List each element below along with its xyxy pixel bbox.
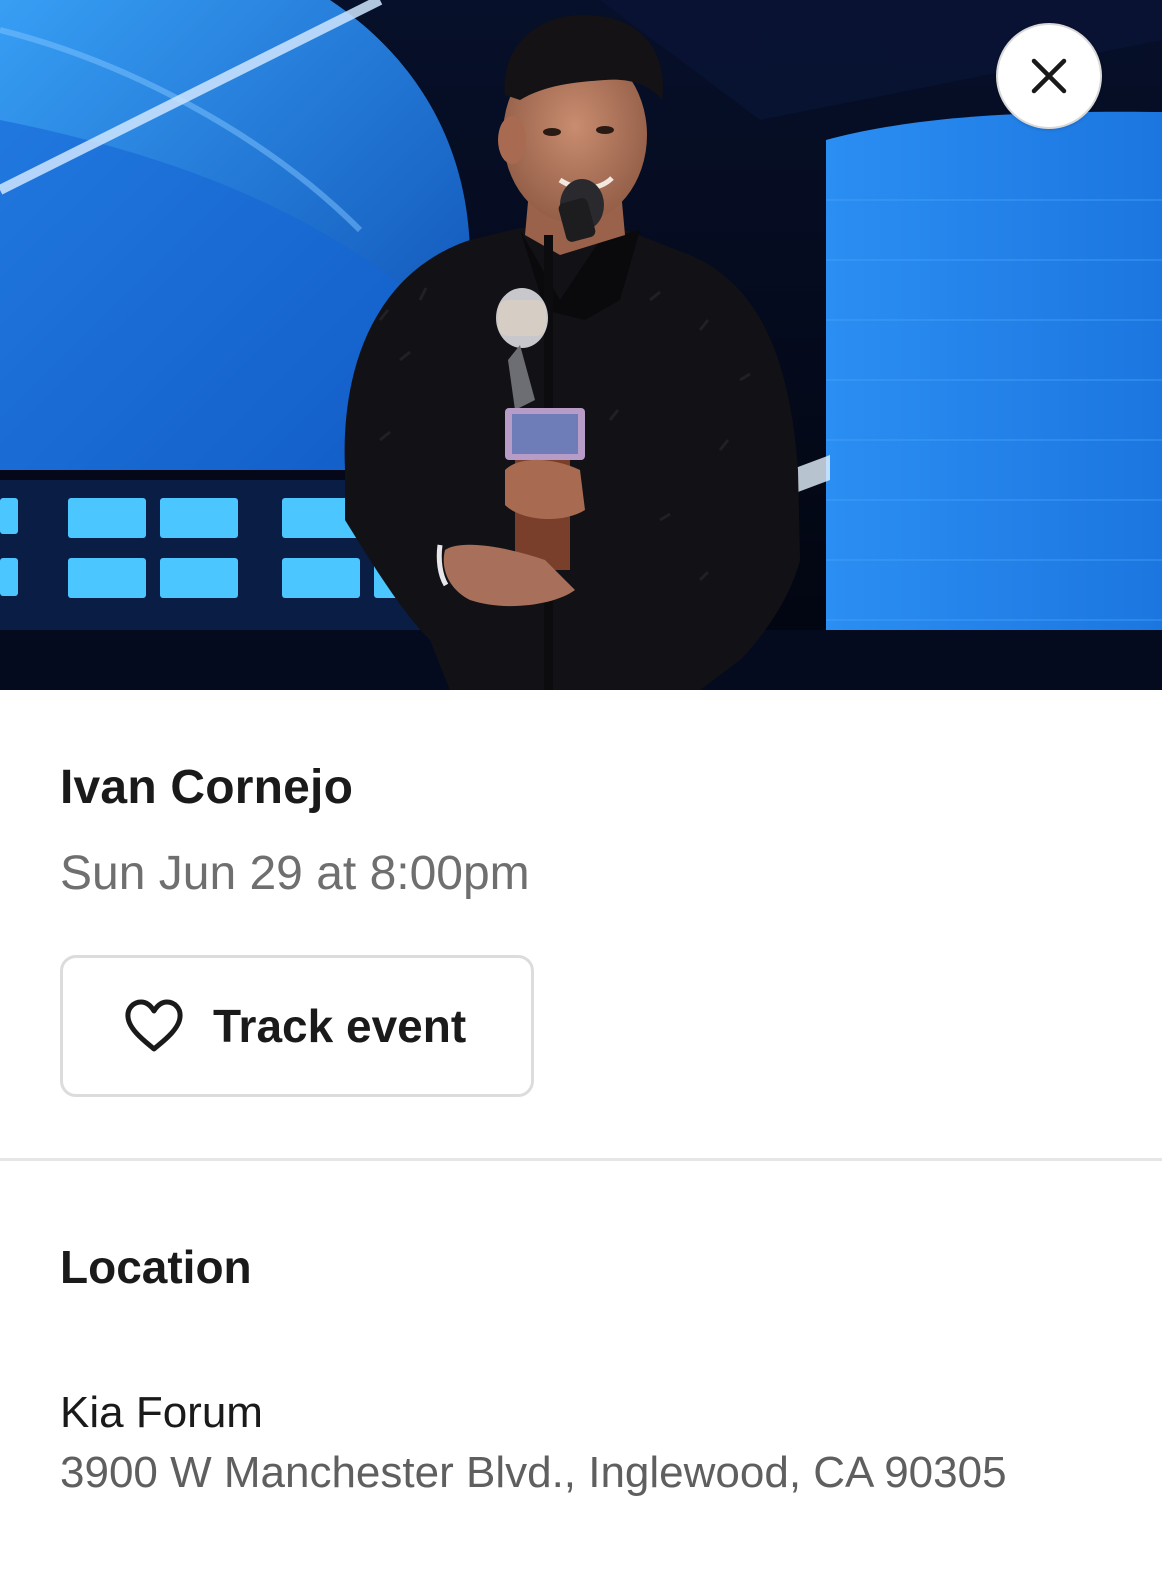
venue-address: 3900 W Manchester Blvd., Inglewood, CA 9… [60, 1448, 1007, 1497]
stage-photo [0, 0, 1162, 690]
close-button[interactable] [996, 23, 1102, 129]
section-divider [0, 1158, 1162, 1161]
location-section-title: Location [60, 1241, 252, 1293]
track-event-button[interactable]: Track event [60, 955, 534, 1097]
track-event-label: Track event [213, 1000, 467, 1052]
heart-outline-icon [123, 998, 185, 1054]
event-title: Ivan Cornejo [60, 761, 354, 814]
event-datetime: Sun Jun 29 at 8:00pm [60, 847, 530, 900]
venue-name: Kia Forum [60, 1388, 263, 1437]
event-hero-image [0, 0, 1162, 690]
close-icon [1031, 58, 1067, 94]
